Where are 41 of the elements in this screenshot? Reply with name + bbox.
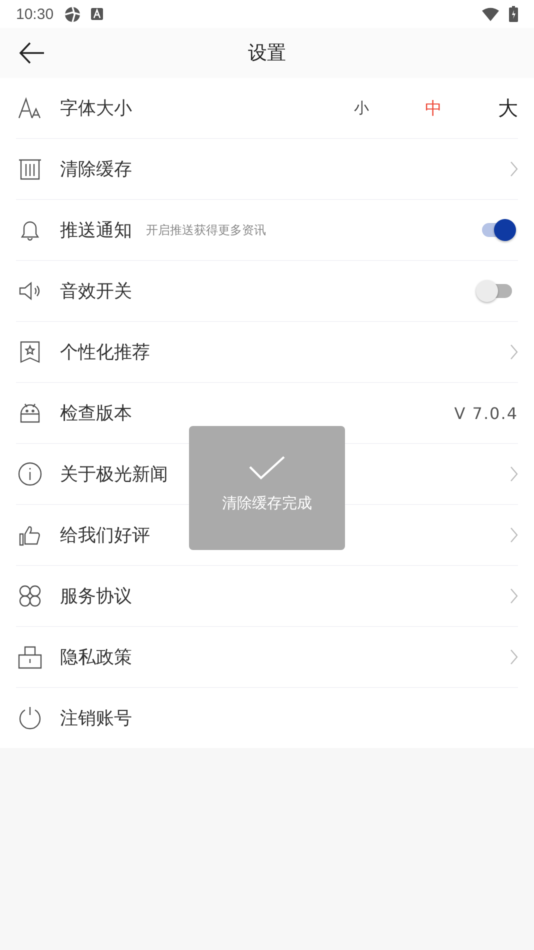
chevron-right-icon[interactable] [510, 649, 518, 665]
setting-label[interactable]: 服务协议 [60, 584, 132, 608]
checkmark-icon [249, 456, 285, 480]
font-size-icon [18, 96, 42, 120]
back-arrow-icon[interactable] [19, 41, 45, 65]
keyboard-icon [90, 8, 103, 20]
chevron-right-icon[interactable] [510, 344, 518, 360]
version-value: V 7.0.4 [454, 404, 518, 422]
setting-label[interactable]: 推送通知 [60, 218, 132, 242]
setting-label[interactable]: 给我们好评 [60, 523, 150, 547]
robot-icon [18, 401, 42, 425]
setting-label[interactable]: 音效开关 [60, 279, 132, 303]
power-icon [18, 706, 42, 730]
chevron-right-icon[interactable] [510, 527, 518, 543]
font-size-option[interactable]: 小 [354, 98, 369, 118]
lock-icon [18, 645, 42, 669]
trash-icon [18, 157, 42, 181]
setting-hint: 开启推送获得更多资讯 [146, 222, 266, 238]
four-leaf-icon [18, 584, 42, 608]
font-size-option[interactable]: 中 [425, 96, 442, 120]
status-time: 10:30 [16, 6, 54, 22]
setting-label[interactable]: 注销账号 [60, 706, 132, 730]
setting-label[interactable]: 清除缓存 [60, 157, 132, 181]
toast-message: 清除缓存完成 [222, 494, 312, 512]
chevron-right-icon[interactable] [510, 161, 518, 177]
battery-icon [509, 6, 518, 22]
aperture-icon [64, 6, 81, 22]
thumbs-up-icon [18, 523, 42, 547]
wifi-icon [482, 6, 499, 22]
setting-label[interactable]: 个性化推荐 [60, 340, 150, 364]
page-title: 设置 [248, 41, 286, 66]
setting-label[interactable]: 关于极光新闻 [60, 462, 168, 486]
bookmark-star-icon [18, 340, 42, 364]
setting-label[interactable]: 隐私政策 [60, 645, 132, 669]
speaker-icon [18, 279, 42, 303]
setting-label[interactable]: 字体大小 [60, 96, 132, 120]
font-size-option[interactable]: 大 [498, 94, 518, 122]
chevron-right-icon[interactable] [510, 588, 518, 604]
chevron-right-icon[interactable] [510, 466, 518, 482]
setting-label[interactable]: 检查版本 [60, 401, 132, 425]
info-icon [18, 462, 42, 486]
